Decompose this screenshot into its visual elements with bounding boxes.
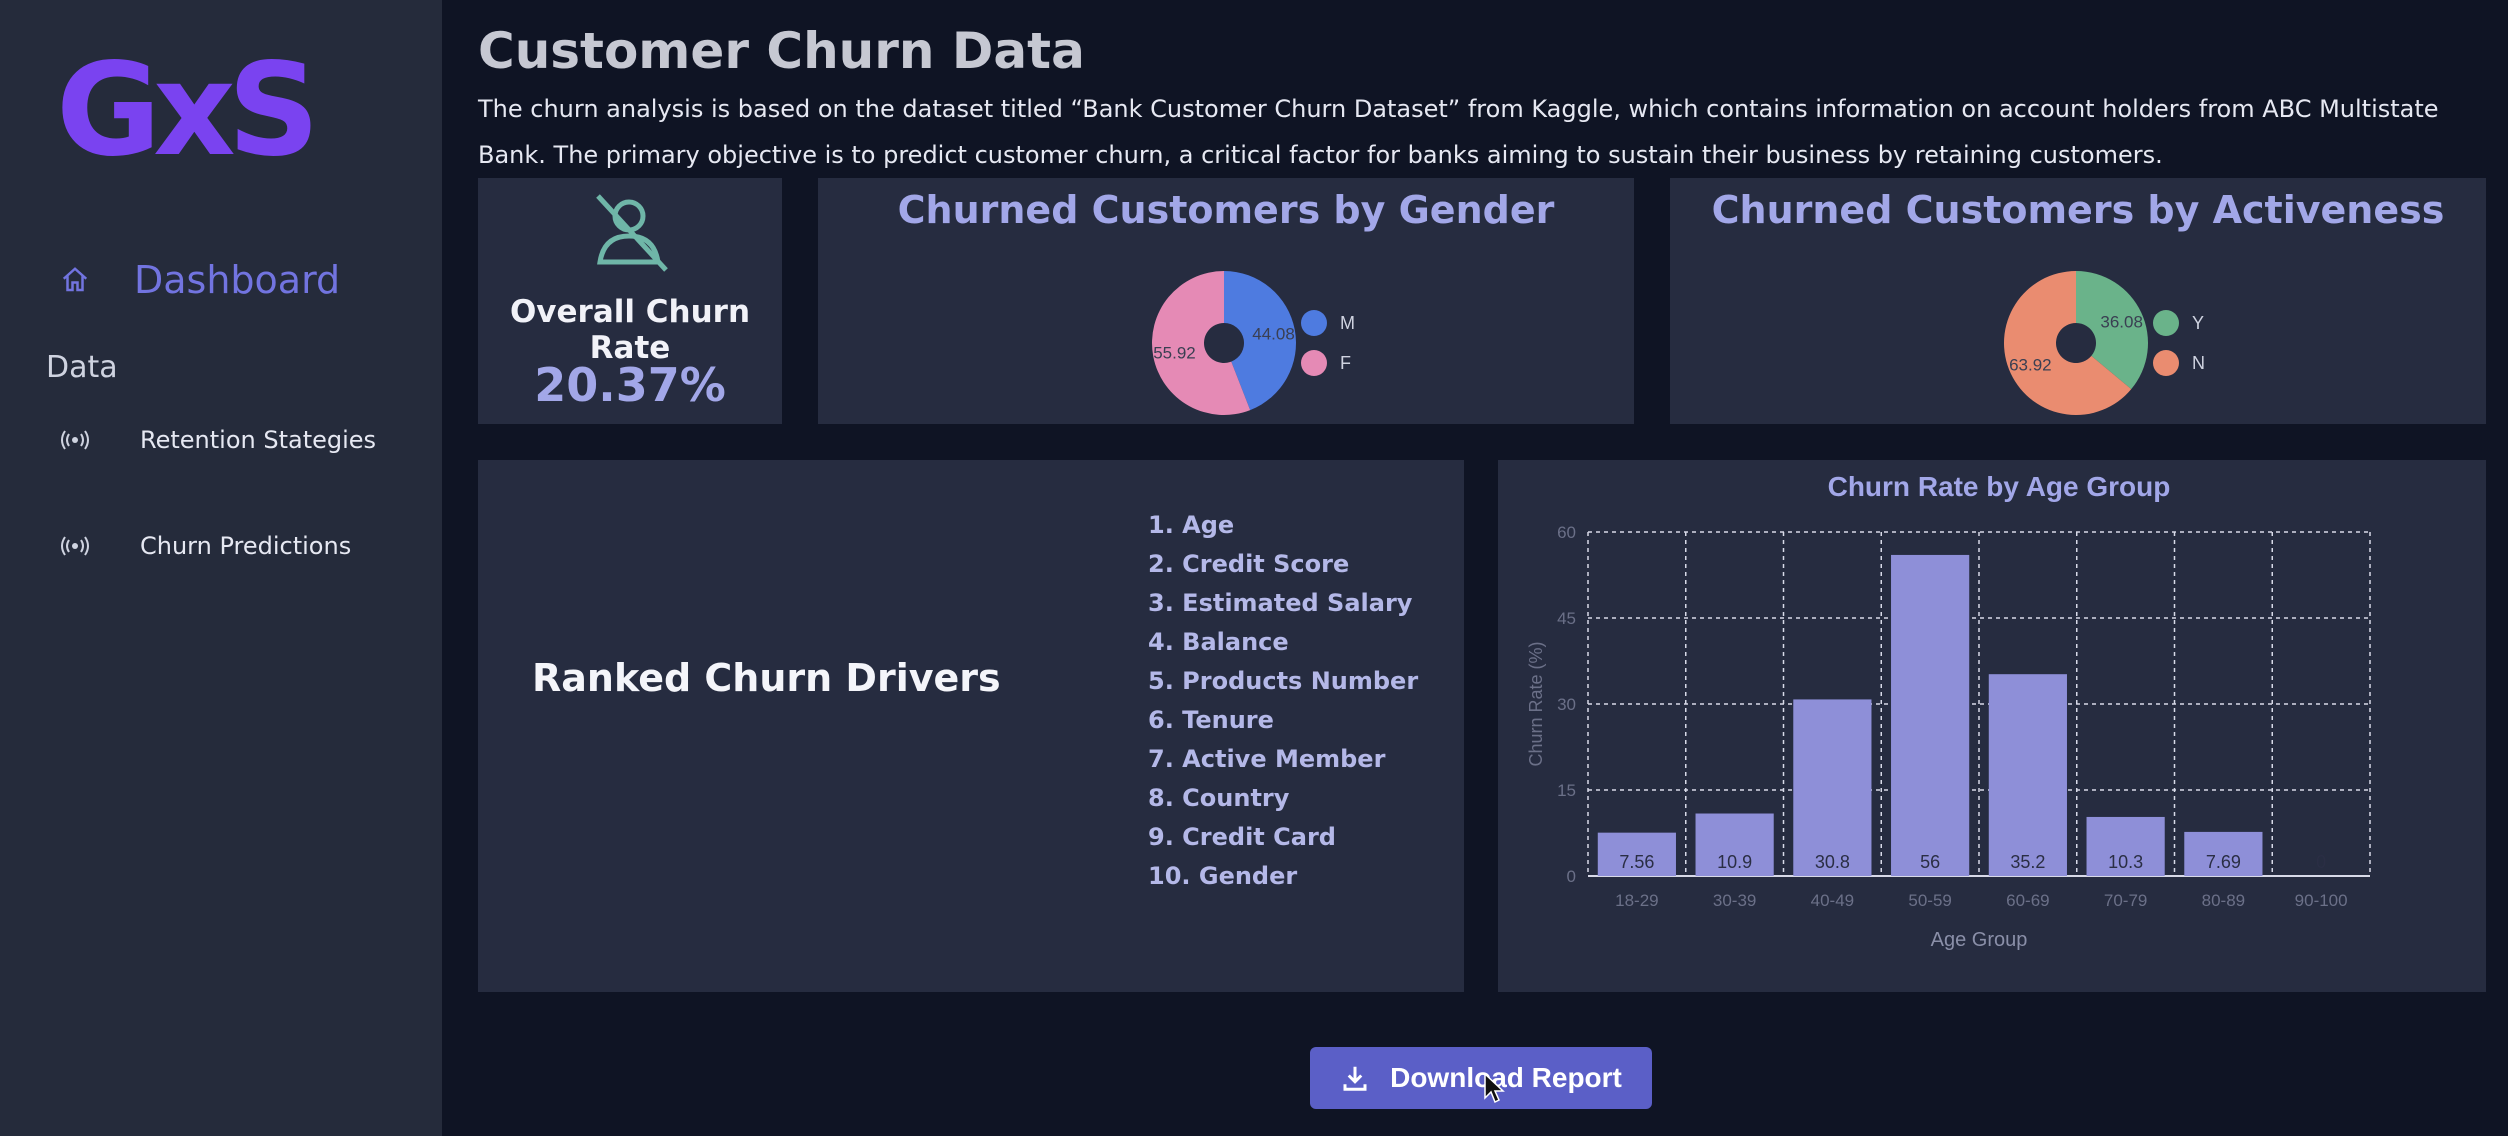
sidebar-item-label: Dashboard <box>134 258 341 302</box>
y-tick-label: 0 <box>1567 867 1576 886</box>
x-tick-label: 60-69 <box>2006 891 2049 910</box>
bar-value-label: 56 <box>1920 852 1940 872</box>
driver-item: 6. Tenure <box>1148 706 1274 734</box>
donut-value-label: 55.92 <box>1153 343 1196 362</box>
mouse-cursor-icon <box>1484 1072 1505 1104</box>
bar-value-label: 7.69 <box>2206 852 2241 872</box>
x-tick-label: 70-79 <box>2104 891 2147 910</box>
legend-label: Y <box>2192 313 2204 333</box>
page-description: The churn analysis is based on the datas… <box>478 95 2439 169</box>
legend-marker <box>2153 310 2179 336</box>
driver-item: 9. Credit Card <box>1148 823 1336 851</box>
legend-label: F <box>1340 353 1351 373</box>
drivers-title: Ranked Churn Drivers <box>532 656 1001 700</box>
sidebar-item-label: Retention Stategies <box>140 426 377 454</box>
bar-value-label: 7.56 <box>1619 852 1654 872</box>
bar-50-59 <box>1891 554 1970 876</box>
x-axis-label: Age Group <box>1931 929 2028 951</box>
legend-label: M <box>1340 313 1355 333</box>
bar-40-49 <box>1793 699 1872 876</box>
broadcast-icon <box>61 536 89 556</box>
broadcast-icon <box>61 430 89 450</box>
overall-churn-value: 20.37% <box>534 358 726 412</box>
bar-value-label: 35.2 <box>2010 852 2045 872</box>
gxs-logo[interactable]: GxS <box>52 36 352 176</box>
driver-item: 8. Country <box>1148 784 1290 812</box>
driver-item: 7. Active Member <box>1148 745 1386 773</box>
legend-label: N <box>2192 353 2205 373</box>
activeness-chart-card: Churned Customers by Activeness 36.08 63.… <box>1670 178 2486 424</box>
y-axis-label: Churn Rate (%) <box>1526 641 1546 766</box>
y-tick-label: 45 <box>1557 609 1576 628</box>
y-tick-label: 60 <box>1557 523 1576 542</box>
activeness-donut-chart: 36.08 63.92 YN <box>2004 271 2205 415</box>
sidebar: GxS Dashboard Data Retention Stategies C… <box>0 0 442 1136</box>
chart-title: Churn Rate by Age Group <box>1828 471 2171 502</box>
legend-marker <box>2153 350 2179 376</box>
overall-churn-card: Overall Churn Rate 20.37% <box>478 178 782 424</box>
download-icon <box>1343 1066 1367 1091</box>
page-title: Customer Churn Data <box>478 22 1085 80</box>
user-slash-icon <box>596 194 668 272</box>
driver-item: 1. Age <box>1148 511 1235 539</box>
legend-marker <box>1301 350 1327 376</box>
sidebar-item-dashboard[interactable]: Dashboard <box>60 252 340 308</box>
bar-value-label: 0 <box>2316 852 2326 872</box>
drivers-list: 1. Age 2. Credit Score 3. Estimated Sala… <box>1148 506 1418 896</box>
sidebar-item-label: Churn Predictions <box>140 532 352 560</box>
legend-marker <box>1301 310 1327 336</box>
home-icon <box>62 267 88 292</box>
overall-churn-label: Overall Churn Rate <box>509 294 751 366</box>
x-tick-label: 90-100 <box>2295 891 2348 910</box>
donut-value-label: 63.92 <box>2009 355 2052 374</box>
download-report-label: Download Report <box>1390 1062 1622 1093</box>
donut-value-label: 44.08 <box>1252 325 1295 344</box>
y-tick-label: 15 <box>1557 781 1576 800</box>
driver-item: 2. Credit Score <box>1148 550 1350 578</box>
bar-60-69 <box>1988 674 2067 876</box>
driver-item: 5. Products Number <box>1148 667 1419 695</box>
driver-item: 10. Gender <box>1148 862 1298 890</box>
driver-item: 4. Balance <box>1148 628 1289 656</box>
sidebar-item-retention-strategies[interactable]: Retention Stategies <box>60 420 376 460</box>
sidebar-item-churn-predictions[interactable]: Churn Predictions <box>60 526 351 566</box>
donut-value-label: 36.08 <box>2100 313 2143 332</box>
x-tick-label: 80-89 <box>2202 891 2245 910</box>
gender-chart-card: Churned Customers by Gender 44.08 55.92 M F <box>818 178 1634 424</box>
age-chart-card: Churn Rate by Age Group 0 15 30 45 60 7.56 18-2… <box>1498 460 2486 992</box>
sidebar-section-label: Data <box>46 350 118 385</box>
x-tick-label: 40-49 <box>1811 891 1854 910</box>
bar-value-label: 30.8 <box>1815 852 1850 872</box>
x-tick-label: 18-29 <box>1615 891 1658 910</box>
y-tick-label: 30 <box>1557 695 1576 714</box>
gender-donut-chart: 44.08 55.92 MF <box>1152 271 1355 415</box>
x-tick-label: 50-59 <box>1908 891 1951 910</box>
age-bar-chart: Churn Rate by Age Group 0 15 30 45 60 7.56 18-2… <box>1526 471 2371 951</box>
download-report-button[interactable]: Download Report <box>1310 1047 1652 1109</box>
driver-item: 3. Estimated Salary <box>1148 589 1413 617</box>
logo-text: GxS <box>56 36 312 176</box>
x-tick-label: 30-39 <box>1713 891 1756 910</box>
bar-value-label: 10.3 <box>2108 852 2143 872</box>
bar-value-label: 10.9 <box>1717 852 1752 872</box>
ranked-drivers-card: Ranked Churn Drivers 1. Age 2. Credit Sc… <box>478 460 1464 992</box>
